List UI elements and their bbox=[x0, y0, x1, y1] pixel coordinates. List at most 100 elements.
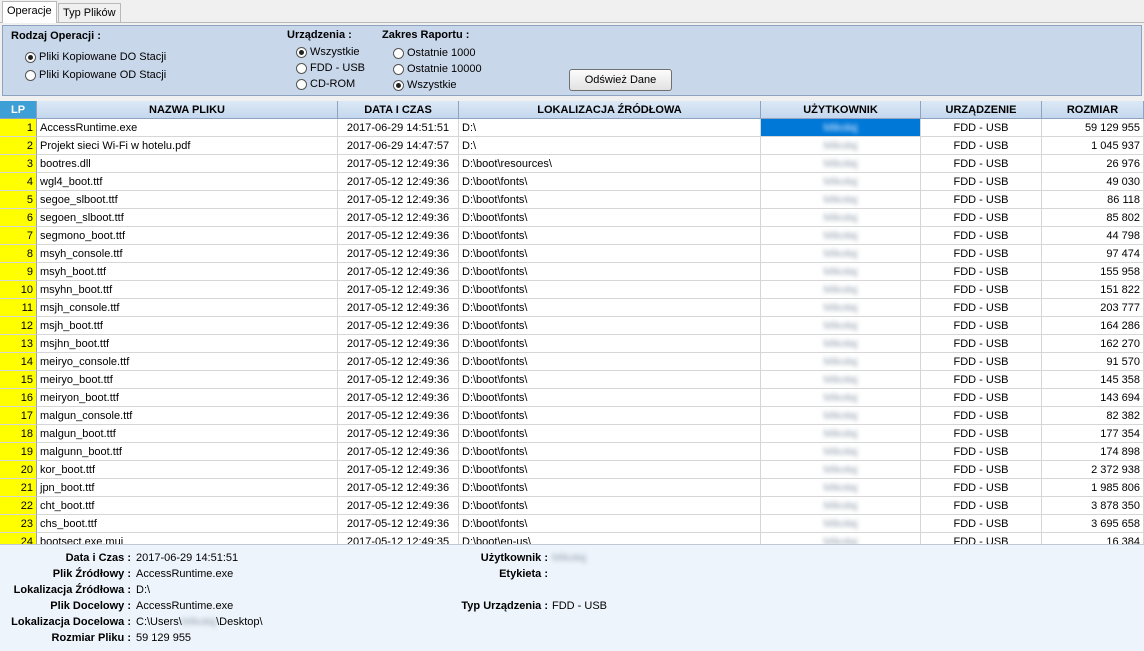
cell-size[interactable]: 82 382 bbox=[1042, 407, 1144, 425]
table-row[interactable]: 18 malgun_boot.ttf 2017-05-12 12:49:36 D:\b… bbox=[0, 425, 1144, 443]
cell-source-location[interactable]: D:\boot\resources\ bbox=[459, 155, 761, 173]
cell-device[interactable]: FDD - USB bbox=[921, 137, 1042, 155]
cell-source-location[interactable]: D:\boot\fonts\ bbox=[459, 173, 761, 191]
cell-file-name[interactable]: meiryon_boot.ttf bbox=[37, 389, 338, 407]
radio-devices-all[interactable]: Wszystkie bbox=[296, 45, 360, 59]
cell-file-name[interactable]: wgl4_boot.ttf bbox=[37, 173, 338, 191]
table-row[interactable]: 9 msyh_boot.ttf 2017-05-12 12:49:36 D:\boot… bbox=[0, 263, 1144, 281]
table-row[interactable]: 11 msjh_console.ttf 2017-05-12 12:49:36 D:\… bbox=[0, 299, 1144, 317]
radio-copied-to-station[interactable]: Pliki Kopiowane DO Stacji bbox=[25, 50, 166, 64]
cell-datetime[interactable]: 2017-05-12 12:49:36 bbox=[338, 479, 459, 497]
cell-datetime[interactable]: 2017-05-12 12:49:36 bbox=[338, 389, 459, 407]
cell-datetime[interactable]: 2017-05-12 12:49:36 bbox=[338, 191, 459, 209]
cell-user[interactable]: Mikołaj bbox=[761, 479, 921, 497]
col-header-source-location[interactable]: LOKALIZACJA ŹRÓDŁOWA bbox=[459, 101, 761, 119]
cell-size[interactable]: 3 878 350 bbox=[1042, 497, 1144, 515]
table-row[interactable]: 17 malgun_console.ttf 2017-05-12 12:49:36 D… bbox=[0, 407, 1144, 425]
cell-device[interactable]: FDD - USB bbox=[921, 173, 1042, 191]
cell-datetime[interactable]: 2017-05-12 12:49:36 bbox=[338, 281, 459, 299]
table-row[interactable]: 15 meiryo_boot.ttf 2017-05-12 12:49:36 D:\b… bbox=[0, 371, 1144, 389]
table-row[interactable]: 21 jpn_boot.ttf 2017-05-12 12:49:36 D:\boot… bbox=[0, 479, 1144, 497]
cell-device[interactable]: FDD - USB bbox=[921, 497, 1042, 515]
radio-range-all[interactable]: Wszystkie bbox=[393, 78, 457, 92]
cell-datetime[interactable]: 2017-05-12 12:49:36 bbox=[338, 155, 459, 173]
radio-range-10000[interactable]: Ostatnie 10000 bbox=[393, 62, 482, 76]
cell-device[interactable]: FDD - USB bbox=[921, 227, 1042, 245]
cell-datetime[interactable]: 2017-05-12 12:49:36 bbox=[338, 263, 459, 281]
cell-source-location[interactable]: D:\boot\fonts\ bbox=[459, 227, 761, 245]
cell-datetime[interactable]: 2017-05-12 12:49:36 bbox=[338, 245, 459, 263]
cell-device[interactable]: FDD - USB bbox=[921, 155, 1042, 173]
cell-user[interactable]: Mikołaj bbox=[761, 407, 921, 425]
cell-file-name[interactable]: chs_boot.ttf bbox=[37, 515, 338, 533]
cell-source-location[interactable]: D:\boot\fonts\ bbox=[459, 515, 761, 533]
cell-datetime[interactable]: 2017-06-29 14:47:57 bbox=[338, 137, 459, 155]
cell-size[interactable]: 91 570 bbox=[1042, 353, 1144, 371]
cell-user[interactable]: Mikołaj bbox=[761, 497, 921, 515]
table-row[interactable]: 7 segmono_boot.ttf 2017-05-12 12:49:36 D:\b… bbox=[0, 227, 1144, 245]
cell-datetime[interactable]: 2017-05-12 12:49:36 bbox=[338, 497, 459, 515]
cell-user[interactable]: Mikołaj bbox=[761, 371, 921, 389]
cell-size[interactable]: 86 118 bbox=[1042, 191, 1144, 209]
table-row[interactable]: 8 msyh_console.ttf 2017-05-12 12:49:36 D:\b… bbox=[0, 245, 1144, 263]
cell-size[interactable]: 164 286 bbox=[1042, 317, 1144, 335]
table-row[interactable]: 23 chs_boot.ttf 2017-05-12 12:49:36 D:\boot… bbox=[0, 515, 1144, 533]
cell-source-location[interactable]: D:\ bbox=[459, 119, 761, 137]
col-header-datetime[interactable]: DATA I CZAS bbox=[338, 101, 459, 119]
cell-user[interactable]: Mikołaj bbox=[761, 191, 921, 209]
cell-size[interactable]: 1 045 937 bbox=[1042, 137, 1144, 155]
col-header-size[interactable]: ROZMIAR bbox=[1042, 101, 1144, 119]
radio-range-1000[interactable]: Ostatnie 1000 bbox=[393, 46, 476, 60]
cell-source-location[interactable]: D:\ bbox=[459, 137, 761, 155]
cell-source-location[interactable]: D:\boot\fonts\ bbox=[459, 389, 761, 407]
cell-device[interactable]: FDD - USB bbox=[921, 281, 1042, 299]
cell-datetime[interactable]: 2017-05-12 12:49:36 bbox=[338, 299, 459, 317]
cell-size[interactable]: 97 474 bbox=[1042, 245, 1144, 263]
table-row[interactable]: 3 bootres.dll 2017-05-12 12:49:36 D:\boot\r… bbox=[0, 155, 1144, 173]
cell-size[interactable]: 49 030 bbox=[1042, 173, 1144, 191]
cell-datetime[interactable]: 2017-05-12 12:49:36 bbox=[338, 407, 459, 425]
cell-datetime[interactable]: 2017-05-12 12:49:36 bbox=[338, 443, 459, 461]
cell-source-location[interactable]: D:\boot\fonts\ bbox=[459, 443, 761, 461]
cell-size[interactable]: 177 354 bbox=[1042, 425, 1144, 443]
table-row[interactable]: 20 kor_boot.ttf 2017-05-12 12:49:36 D:\boot… bbox=[0, 461, 1144, 479]
cell-source-location[interactable]: D:\boot\fonts\ bbox=[459, 353, 761, 371]
cell-datetime[interactable]: 2017-05-12 12:49:36 bbox=[338, 371, 459, 389]
cell-file-name[interactable]: msyhn_boot.ttf bbox=[37, 281, 338, 299]
cell-device[interactable]: FDD - USB bbox=[921, 371, 1042, 389]
cell-device[interactable]: FDD - USB bbox=[921, 317, 1042, 335]
cell-source-location[interactable]: D:\boot\fonts\ bbox=[459, 407, 761, 425]
cell-device[interactable]: FDD - USB bbox=[921, 353, 1042, 371]
cell-lp[interactable]: 22 bbox=[0, 497, 37, 515]
cell-user[interactable]: Mikołaj bbox=[761, 227, 921, 245]
cell-size[interactable]: 3 695 658 bbox=[1042, 515, 1144, 533]
cell-user[interactable]: Mikołaj bbox=[761, 353, 921, 371]
cell-source-location[interactable]: D:\boot\fonts\ bbox=[459, 335, 761, 353]
cell-lp[interactable]: 17 bbox=[0, 407, 37, 425]
cell-datetime[interactable]: 2017-05-12 12:49:36 bbox=[338, 173, 459, 191]
cell-size[interactable]: 145 358 bbox=[1042, 371, 1144, 389]
table-row[interactable]: 13 msjhn_boot.ttf 2017-05-12 12:49:36 D:\bo… bbox=[0, 335, 1144, 353]
table-row[interactable]: 24 bootsect.exe.mui 2017-05-12 12:49:35 D:\… bbox=[0, 533, 1144, 544]
cell-size[interactable]: 174 898 bbox=[1042, 443, 1144, 461]
cell-size[interactable]: 155 958 bbox=[1042, 263, 1144, 281]
cell-device[interactable]: FDD - USB bbox=[921, 191, 1042, 209]
cell-lp[interactable]: 2 bbox=[0, 137, 37, 155]
cell-user[interactable]: Mikołaj bbox=[761, 155, 921, 173]
cell-user[interactable]: Mikołaj bbox=[761, 209, 921, 227]
cell-datetime[interactable]: 2017-05-12 12:49:35 bbox=[338, 533, 459, 544]
cell-datetime[interactable]: 2017-05-12 12:49:36 bbox=[338, 515, 459, 533]
cell-device[interactable]: FDD - USB bbox=[921, 425, 1042, 443]
cell-file-name[interactable]: meiryo_console.ttf bbox=[37, 353, 338, 371]
cell-file-name[interactable]: meiryo_boot.ttf bbox=[37, 371, 338, 389]
cell-device[interactable]: FDD - USB bbox=[921, 479, 1042, 497]
table-row[interactable]: 1 AccessRuntime.exe 2017-06-29 14:51:51 D:\… bbox=[0, 119, 1144, 137]
cell-source-location[interactable]: D:\boot\en-us\ bbox=[459, 533, 761, 544]
cell-lp[interactable]: 11 bbox=[0, 299, 37, 317]
cell-device[interactable]: FDD - USB bbox=[921, 533, 1042, 544]
cell-file-name[interactable]: msjh_boot.ttf bbox=[37, 317, 338, 335]
cell-source-location[interactable]: D:\boot\fonts\ bbox=[459, 263, 761, 281]
cell-source-location[interactable]: D:\boot\fonts\ bbox=[459, 299, 761, 317]
cell-user[interactable]: Mikołaj bbox=[761, 533, 921, 544]
cell-lp[interactable]: 19 bbox=[0, 443, 37, 461]
